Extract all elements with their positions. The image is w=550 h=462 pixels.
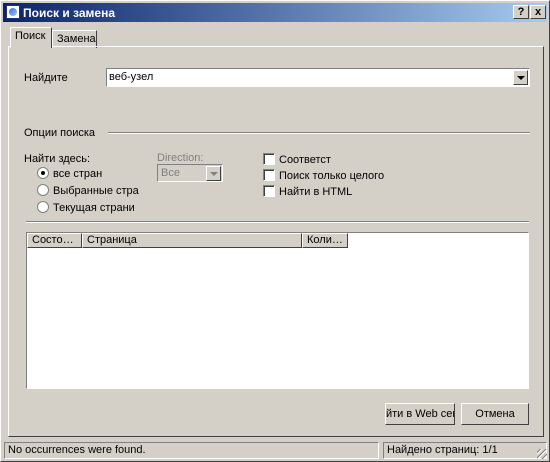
status-pages-found: Найдено страниц: 1/1 <box>383 442 547 459</box>
results-list[interactable]: Состо… Страница Коли… <box>26 232 529 389</box>
find-in-label: Найти здесь: <box>24 153 91 165</box>
column-header-count[interactable]: Коли… <box>302 233 348 248</box>
options-divider <box>108 132 530 134</box>
find-label: Найдите <box>24 72 68 84</box>
checkbox-match-case-label[interactable]: Соответст <box>279 154 331 166</box>
go-to-web-button[interactable]: йти в Web сеr <box>385 403 455 425</box>
window-title: Поиск и замена <box>23 6 116 20</box>
help-button[interactable]: ? <box>513 5 529 19</box>
checkbox-find-in-html-label[interactable]: Найти в HTML <box>279 186 352 198</box>
radio-all-pages-label[interactable]: все стран <box>53 168 102 180</box>
radio-current-page[interactable] <box>37 201 49 213</box>
close-button[interactable]: x <box>530 5 546 19</box>
results-divider <box>26 221 529 223</box>
tab-find[interactable]: Поиск <box>10 27 52 48</box>
checkbox-whole-word[interactable] <box>263 169 275 181</box>
app-icon <box>6 5 20 19</box>
resize-grip[interactable] <box>537 449 547 459</box>
column-header-page[interactable]: Страница <box>82 233 302 248</box>
radio-selected-pages[interactable] <box>37 184 49 196</box>
direction-select: Все <box>157 164 223 182</box>
column-header-status[interactable]: Состо… <box>27 233 82 248</box>
find-replace-dialog: Поиск и замена ? x Поиск Замена Найдите … <box>0 0 550 462</box>
status-message: No occurrences were found. <box>4 442 379 459</box>
checkbox-match-case[interactable] <box>263 153 275 165</box>
radio-all-pages[interactable] <box>37 167 49 179</box>
search-options-label: Опции поиска <box>24 127 96 139</box>
find-combo[interactable]: веб-узел <box>106 68 530 87</box>
find-input-value[interactable]: веб-узел <box>109 71 153 83</box>
radio-current-page-label[interactable]: Текущая страни <box>53 202 135 214</box>
direction-value: Все <box>161 167 180 179</box>
radio-selected-pages-label[interactable]: Выбранные стра <box>53 185 139 197</box>
direction-label: Direction: <box>157 152 204 164</box>
title-bar: Поиск и замена ? x <box>3 3 547 22</box>
chevron-down-icon[interactable] <box>513 70 528 85</box>
checkbox-find-in-html[interactable] <box>263 185 275 197</box>
cancel-button[interactable]: Отмена <box>461 403 529 425</box>
chevron-down-icon <box>206 166 221 181</box>
checkbox-whole-word-label[interactable]: Поиск только целого <box>279 170 384 182</box>
